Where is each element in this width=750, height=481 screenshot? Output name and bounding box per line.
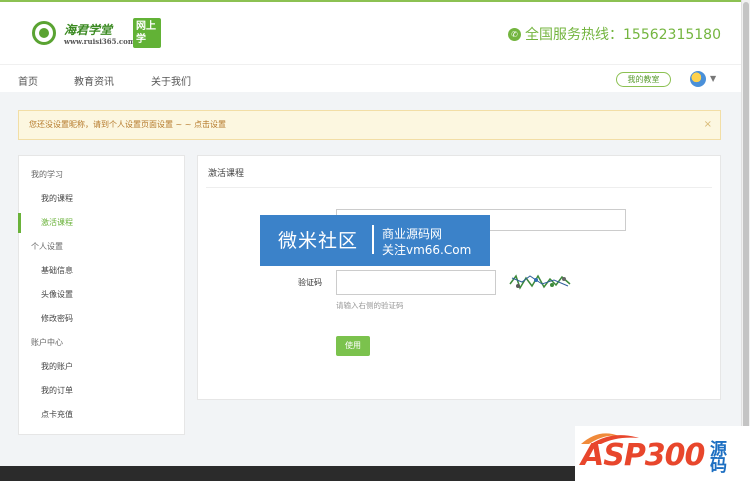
sidebar-item-my-orders[interactable]: 我的订单 [41, 381, 73, 401]
watermark-banner: 微米社区 商业源码网 关注vm66.Com [260, 215, 490, 266]
logo-url: www.ruisi365.com [64, 37, 136, 46]
divider [206, 187, 712, 188]
service-hotline: ✆ 全国服务热线：15562315180 [508, 24, 721, 44]
sidebar-item-card-recharge[interactable]: 点卡充值 [41, 405, 73, 425]
site-logo[interactable]: 海君学堂 www.ruisi365.com 网上学 [28, 18, 163, 50]
asp300-logo-cn: 源码 [710, 440, 727, 476]
header: 海君学堂 www.ruisi365.com 网上学 ✆ 全国服务热线：15562… [0, 0, 741, 64]
watermark-left-text: 微米社区 [278, 230, 359, 252]
captcha-hint: 请输入右侧的验证码 [336, 301, 404, 310]
user-avatar[interactable] [690, 71, 706, 87]
chevron-down-icon[interactable]: ▼ [710, 74, 716, 83]
logo-badge: 网上学 [133, 18, 161, 48]
phone-icon: ✆ [508, 27, 522, 41]
captcha-input[interactable] [336, 270, 496, 295]
hotline-text: 全国服务热线：15562315180 [525, 27, 721, 43]
sidebar-item-activate-course[interactable]: 激活课程 [41, 213, 73, 233]
scrollbar[interactable] [741, 0, 750, 466]
logo-name: 海君学堂 [64, 23, 113, 37]
nav-news[interactable]: 教育资讯 [74, 73, 114, 88]
captcha-image[interactable] [508, 270, 572, 294]
nickname-alert: 您还没设置昵称，请到个人设置页面设置 ~ ~ 点击设置 × [18, 110, 721, 140]
sidebar-item-avatar-settings[interactable]: 头像设置 [41, 285, 73, 305]
activate-course-panel: 激活课程 验证码 请输入右侧的验证码 使用 [197, 155, 721, 400]
sidebar-heading-personal: 个人设置 [31, 242, 63, 251]
sidebar-item-basic-info[interactable]: 基础信息 [41, 261, 73, 281]
sidebar-item-my-courses[interactable]: 我的课程 [41, 189, 73, 209]
main-nav: 首页 教育资讯 关于我们 我的教室 ▼ [0, 64, 741, 92]
watermark-right-line1: 商业源码网 [382, 227, 443, 241]
use-button[interactable]: 使用 [336, 336, 370, 356]
sidebar-item-my-account[interactable]: 我的账户 [41, 357, 73, 377]
sidebar-heading-account: 账户中心 [31, 338, 63, 347]
sidebar: 我的学习 我的课程 激活课程 个人设置 基础信息 头像设置 修改密码 账户中心 … [18, 155, 185, 435]
sidebar-item-change-password[interactable]: 修改密码 [41, 309, 73, 329]
logo-mark-icon [32, 21, 56, 45]
sidebar-heading-study: 我的学习 [31, 170, 63, 179]
nav-home[interactable]: 首页 [18, 73, 38, 88]
my-classroom-button[interactable]: 我的教室 [616, 72, 671, 87]
nav-about[interactable]: 关于我们 [151, 73, 191, 88]
asp300-logo: ASP300 源码 [575, 426, 750, 481]
panel-title: 激活课程 [208, 169, 245, 179]
scrollbar-thumb[interactable] [743, 2, 749, 458]
captcha-label: 验证码 [298, 278, 322, 287]
watermark-right-line2: 关注vm66.Com [382, 243, 472, 257]
close-icon[interactable]: × [704, 111, 712, 139]
watermark-divider [372, 225, 374, 254]
asp300-logo-text: ASP300 [581, 438, 705, 473]
active-indicator [18, 213, 21, 233]
alert-text[interactable]: 您还没设置昵称，请到个人设置页面设置 ~ ~ 点击设置 [29, 120, 226, 129]
